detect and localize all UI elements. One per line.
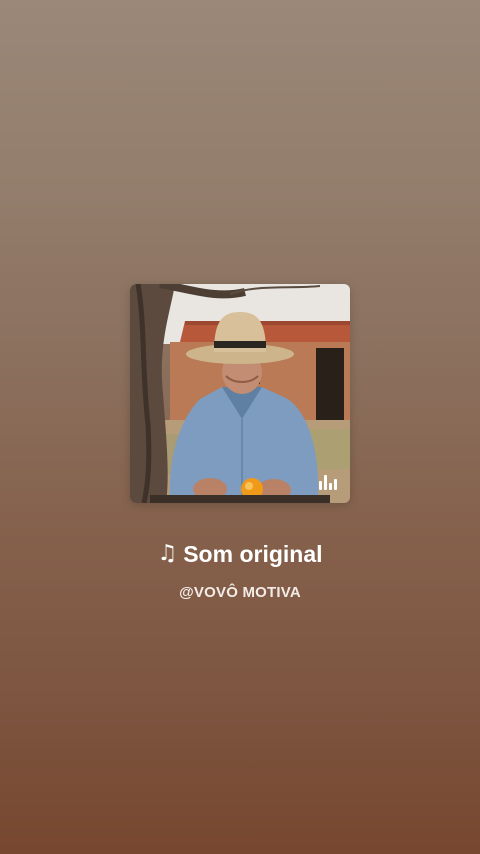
music-note-icon: ♫: [157, 541, 178, 566]
sound-title: Som original: [183, 541, 323, 567]
equalizer-icon: [319, 474, 337, 490]
sound-author[interactable]: @VOVÔ MOTIVA: [0, 584, 480, 601]
cover-photo: [130, 284, 350, 503]
sound-cover-image[interactable]: [130, 284, 350, 503]
sound-title-row[interactable]: ♫ Som original: [0, 540, 480, 568]
sound-page: ♫ Som original @VOVÔ MOTIVA: [0, 0, 480, 854]
